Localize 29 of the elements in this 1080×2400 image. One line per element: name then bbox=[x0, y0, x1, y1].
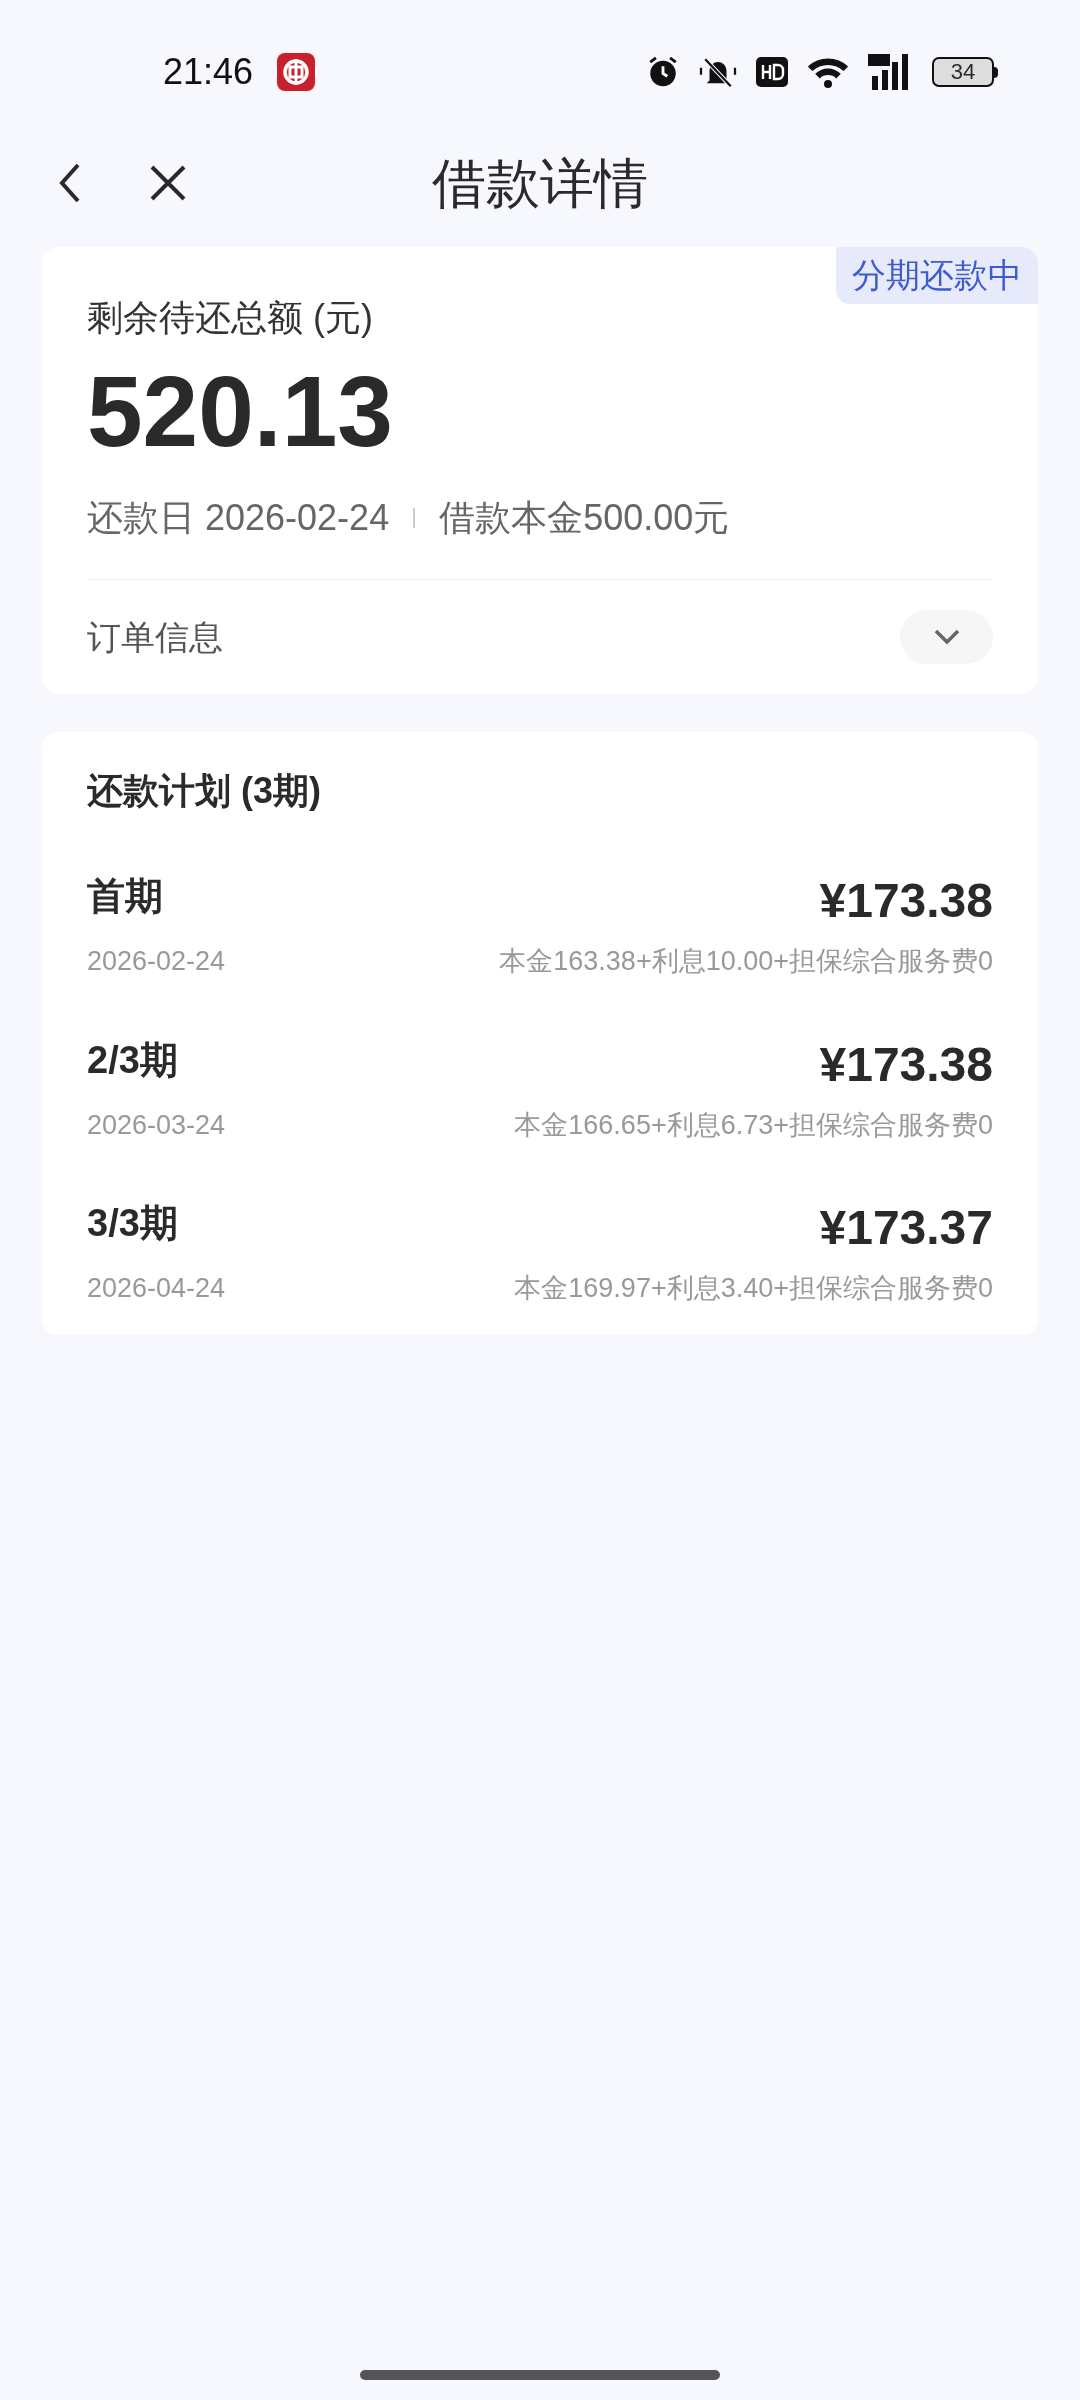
installment-amount: ¥173.38 bbox=[819, 877, 993, 925]
period-label: 首期 bbox=[87, 874, 163, 919]
clock-time: 21:46 bbox=[163, 50, 254, 94]
status-badge: 分期还款中 bbox=[836, 247, 1038, 304]
close-button[interactable] bbox=[148, 163, 188, 203]
back-icon bbox=[58, 162, 82, 204]
chevron-icon bbox=[933, 629, 960, 645]
close-icon bbox=[149, 164, 187, 202]
remaining-label: 剩余待还总额 (元) bbox=[87, 296, 374, 340]
period-label: 3/3期 bbox=[87, 1201, 178, 1246]
wifi-icon bbox=[806, 55, 850, 89]
installment-date: 2026-04-24 bbox=[87, 1272, 226, 1305]
installment-breakdown: 本金163.38+利息10.00+担保综合服务费0 bbox=[499, 945, 993, 978]
installment-date: 2026-02-24 bbox=[87, 945, 226, 978]
muted-bell-icon bbox=[698, 55, 738, 89]
due-date: 还款日 2026-02-24 bbox=[87, 496, 390, 540]
installment-amount: ¥173.37 bbox=[819, 1204, 993, 1252]
bank-app-icon bbox=[277, 53, 316, 91]
installment-breakdown: 本金166.65+利息6.73+担保综合服务费0 bbox=[514, 1108, 993, 1142]
remaining-amount: 520.13 bbox=[87, 354, 394, 469]
installment-amount: ¥173.38 bbox=[819, 1040, 993, 1089]
loan-principal: 借款本金500.00元 bbox=[439, 496, 730, 540]
plan-title: 还款计划 (3期) bbox=[87, 769, 322, 813]
installment-breakdown: 本金169.97+利息3.40+担保综合服务费0 bbox=[514, 1272, 993, 1305]
installment-date: 2026-03-24 bbox=[87, 1108, 226, 1142]
order-info-label: 订单信息 bbox=[87, 616, 223, 658]
period-label: 2/3期 bbox=[87, 1037, 178, 1083]
page-title: 借款详情 bbox=[432, 151, 648, 215]
hd-icon bbox=[756, 57, 788, 87]
